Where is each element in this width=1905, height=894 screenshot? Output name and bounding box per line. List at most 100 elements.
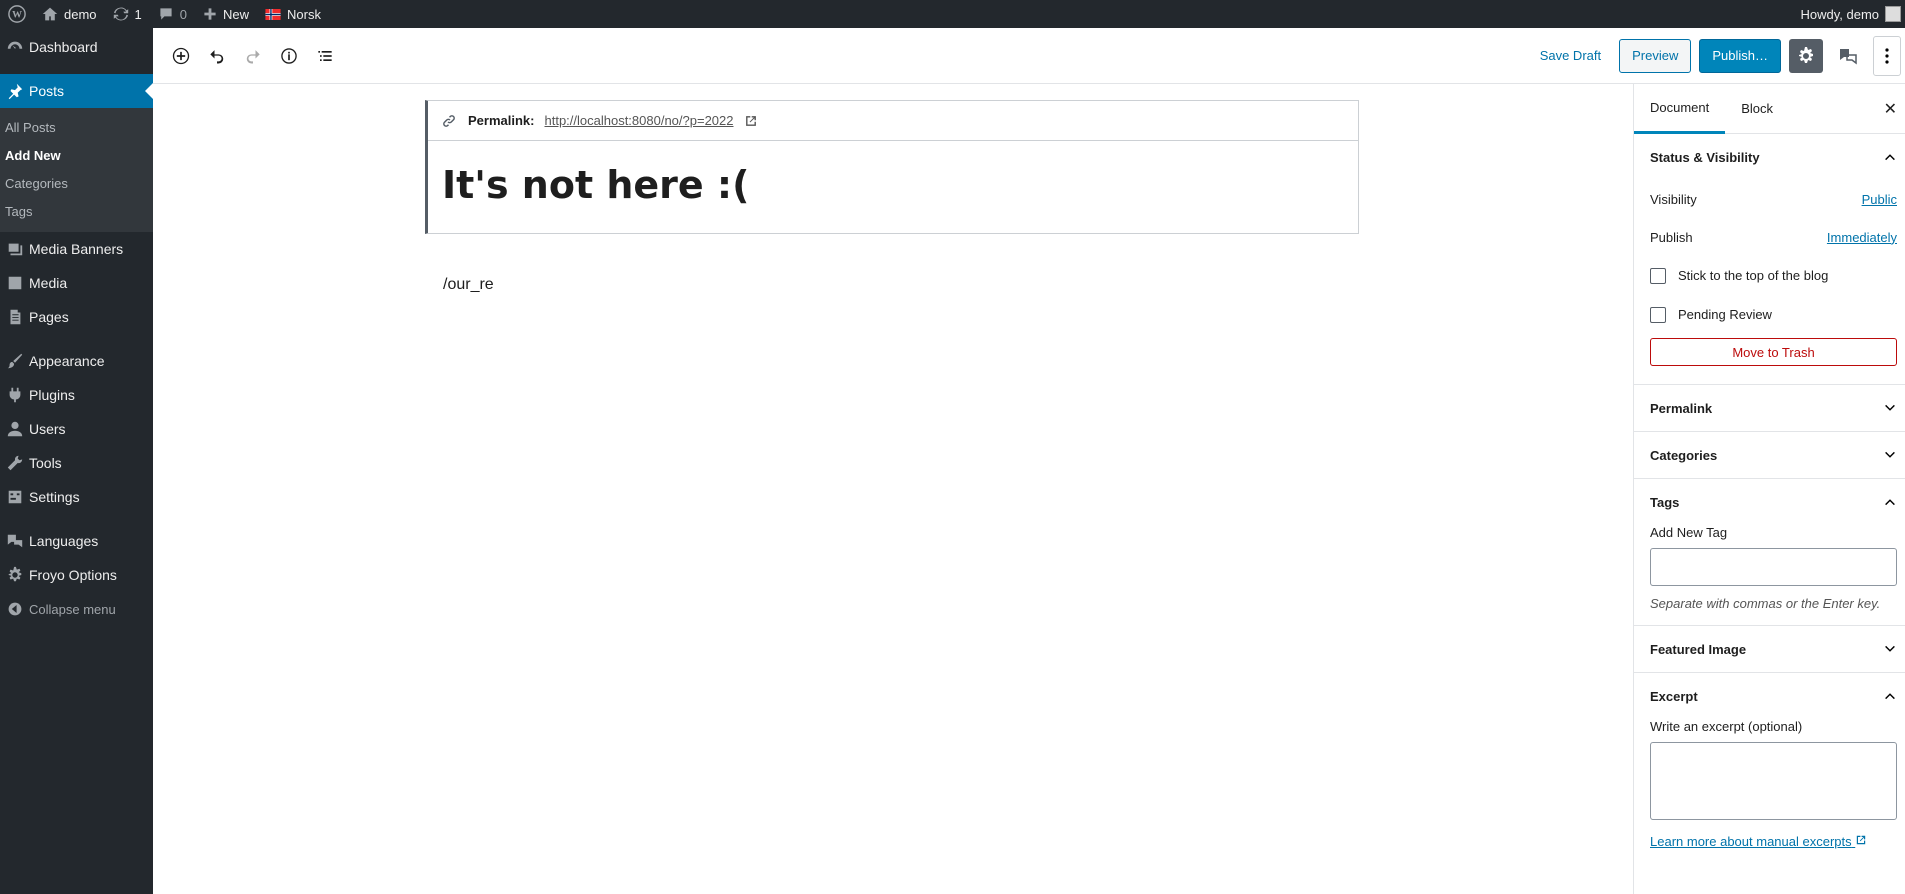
- menu-label: Plugins: [29, 387, 75, 403]
- refresh-icon: [113, 7, 128, 21]
- menu-languages[interactable]: Languages: [0, 524, 153, 558]
- paintbrush-icon: [7, 353, 22, 369]
- publish-button[interactable]: Publish…: [1699, 38, 1781, 73]
- language-switcher[interactable]: Norsk: [257, 0, 329, 28]
- comment-icon: [160, 8, 172, 20]
- site-name-link[interactable]: demo: [34, 0, 105, 28]
- content-info-button[interactable]: [275, 42, 303, 70]
- menu-appearance[interactable]: Appearance: [0, 344, 153, 378]
- menu-users[interactable]: Users: [0, 412, 153, 446]
- tags-toggle[interactable]: Tags: [1634, 479, 1905, 525]
- site-name: demo: [64, 6, 97, 22]
- visibility-link[interactable]: Public: [1862, 192, 1897, 207]
- menu-settings[interactable]: Settings: [0, 480, 153, 514]
- menu-pages[interactable]: Pages: [0, 300, 153, 334]
- paragraph-block[interactable]: /our_re: [443, 276, 494, 294]
- external-link-icon[interactable]: [744, 114, 758, 128]
- media-icon: [8, 276, 21, 290]
- pin-icon: [8, 83, 22, 100]
- redo-button[interactable]: [239, 42, 267, 70]
- section-title: Status & Visibility: [1650, 149, 1760, 165]
- post-title-block[interactable]: Permalink: http://localhost:8080/no/?p=2…: [425, 100, 1359, 234]
- add-tag-label: Add New Tag: [1650, 525, 1728, 540]
- collapse-menu-button[interactable]: Collapse menu: [0, 592, 153, 626]
- post-title[interactable]: It's not here :(: [428, 141, 1358, 229]
- status-visibility-panel: Status & Visibility Visibility Public Pu…: [1634, 134, 1905, 385]
- move-to-trash-button[interactable]: Move to Trash: [1650, 338, 1897, 366]
- pending-review-row[interactable]: Pending Review: [1650, 295, 1897, 334]
- menu-media[interactable]: Media: [0, 266, 153, 300]
- home-icon: [42, 7, 58, 21]
- chevron-down-icon: [1885, 645, 1895, 652]
- settings-button[interactable]: [1789, 38, 1823, 73]
- section-title: Categories: [1650, 447, 1718, 463]
- my-account[interactable]: Howdy, demo: [1800, 6, 1905, 22]
- more-options-button[interactable]: [1873, 35, 1901, 76]
- menu-posts[interactable]: Posts: [0, 74, 153, 108]
- close-icon[interactable]: ✕: [1884, 99, 1897, 119]
- submenu-add-new[interactable]: Add New: [0, 142, 153, 170]
- undo-button[interactable]: [203, 42, 231, 70]
- excerpt-toggle[interactable]: Excerpt: [1634, 673, 1905, 719]
- menu-tools[interactable]: Tools: [0, 446, 153, 480]
- publish-date-link[interactable]: Immediately: [1827, 230, 1897, 245]
- chevron-down-icon: [1885, 451, 1895, 458]
- translation-icon: [7, 534, 22, 548]
- posts-submenu: All Posts Add New Categories Tags: [0, 108, 153, 232]
- submenu-all-posts[interactable]: All Posts: [0, 114, 153, 142]
- undo-icon: [210, 49, 224, 63]
- settings-sidebar: Document Block ✕ Status & Visibility Vis…: [1633, 84, 1905, 894]
- menu-froyo-options[interactable]: Froyo Options: [0, 558, 153, 592]
- redo-icon: [246, 49, 260, 63]
- visibility-row: Visibility Public: [1650, 180, 1897, 218]
- menu-label: Posts: [29, 83, 65, 99]
- categories-toggle[interactable]: Categories: [1634, 432, 1905, 478]
- section-title: Excerpt: [1650, 688, 1698, 704]
- comments-link[interactable]: 0: [150, 0, 195, 28]
- featured-image-panel: Featured Image: [1634, 626, 1905, 673]
- chevron-up-icon: [1885, 693, 1895, 700]
- add-block-button[interactable]: [167, 42, 195, 70]
- menu-label: Appearance: [29, 353, 105, 369]
- collapse-icon: [8, 602, 21, 616]
- sticky-checkbox-row[interactable]: Stick to the top of the blog: [1650, 256, 1897, 295]
- add-tag-input[interactable]: [1650, 548, 1897, 586]
- link-icon: [443, 114, 455, 127]
- translation-button[interactable]: [1831, 39, 1865, 73]
- submenu-tags[interactable]: Tags: [0, 198, 153, 226]
- status-visibility-toggle[interactable]: Status & Visibility: [1634, 134, 1905, 180]
- updates-link[interactable]: 1: [105, 0, 150, 28]
- menu-label: Dashboard: [29, 39, 98, 55]
- pending-review-checkbox[interactable]: [1650, 306, 1666, 323]
- wrench-icon: [7, 455, 22, 471]
- publish-row: Publish Immediately: [1650, 218, 1897, 256]
- settings-icon: [8, 490, 21, 504]
- submenu-categories[interactable]: Categories: [0, 170, 153, 198]
- editor-toolbar: Save Draft Preview Publish…: [153, 28, 1905, 84]
- featured-image-toggle[interactable]: Featured Image: [1634, 626, 1905, 672]
- menu-dashboard[interactable]: Dashboard: [0, 30, 153, 64]
- preview-button[interactable]: Preview: [1619, 38, 1692, 73]
- new-label: New: [223, 6, 250, 22]
- menu-plugins[interactable]: Plugins: [0, 378, 153, 412]
- tag-hint: Separate with commas or the Enter key.: [1650, 596, 1881, 611]
- permalink-toggle[interactable]: Permalink: [1634, 385, 1905, 431]
- save-draft-button[interactable]: Save Draft: [1530, 48, 1611, 63]
- sticky-checkbox[interactable]: [1650, 267, 1666, 284]
- menu-label: Froyo Options: [29, 567, 117, 583]
- norway-flag-icon: [265, 8, 281, 20]
- tab-document[interactable]: Document: [1634, 84, 1726, 134]
- menu-media-banners[interactable]: Media Banners: [0, 232, 153, 266]
- media-banners-icon: [8, 243, 22, 256]
- excerpt-textarea[interactable]: [1650, 742, 1897, 820]
- wordpress-logo-button[interactable]: W: [0, 0, 34, 28]
- menu-label: Media: [29, 275, 68, 291]
- learn-more-excerpts-link[interactable]: Learn more about manual excerpts: [1650, 834, 1867, 849]
- editor-canvas: Permalink: http://localhost:8080/no/?p=2…: [153, 84, 1633, 894]
- permalink-url[interactable]: http://localhost:8080/no/?p=2022: [544, 113, 733, 128]
- new-content-link[interactable]: New: [195, 0, 257, 28]
- tab-block[interactable]: Block: [1725, 84, 1789, 134]
- external-link-icon: [1857, 835, 1866, 845]
- block-navigation-button[interactable]: [311, 42, 339, 70]
- section-title: Tags: [1650, 494, 1680, 510]
